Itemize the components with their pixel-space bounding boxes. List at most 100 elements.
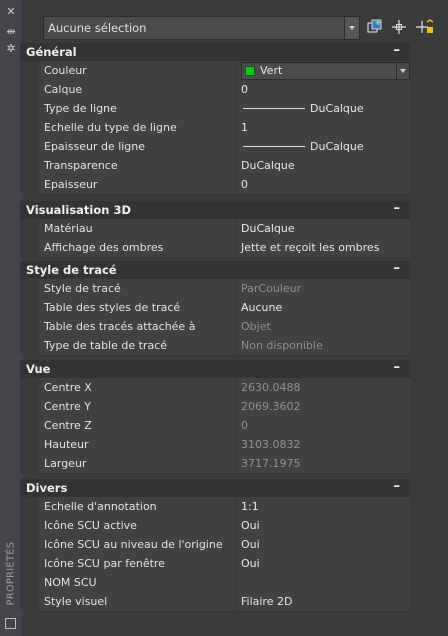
property-value: DuCalque: [241, 159, 295, 172]
property-value: 0: [241, 83, 248, 96]
column-divider: [235, 279, 236, 298]
selection-dropdown[interactable]: Aucune sélection: [43, 16, 360, 40]
column-divider: [235, 99, 236, 118]
property-value: Filaire 2D: [241, 595, 293, 608]
property-row[interactable]: Calque 0: [39, 80, 410, 100]
property-row[interactable]: Echelle du type de ligne 1: [39, 118, 410, 138]
property-label: Table des tracés attachée à: [44, 320, 196, 333]
close-icon[interactable]: ✕: [4, 6, 18, 18]
property-label: Echelle d'annotation: [44, 500, 157, 513]
column-divider: [235, 497, 236, 516]
row-gutter: [20, 219, 39, 257]
property-value: 3717.1975: [241, 457, 301, 470]
section-header-divers[interactable]: Divers –: [20, 479, 410, 497]
column-divider: [235, 175, 236, 194]
property-label: Centre X: [44, 381, 92, 394]
property-row[interactable]: Icône SCU par fenêtre Oui: [39, 554, 410, 574]
section-header-vue[interactable]: Vue –: [20, 360, 410, 378]
toggle-pickadd-icon[interactable]: [366, 18, 384, 36]
property-label: Epaisseur de ligne: [44, 140, 146, 153]
select-objects-icon[interactable]: [390, 18, 408, 36]
section-header-plotstyle[interactable]: Style de tracé –: [20, 261, 410, 279]
property-row[interactable]: Epaisseur de ligne DuCalque: [39, 137, 410, 157]
property-row[interactable]: Type de ligne DuCalque: [39, 99, 410, 119]
property-row[interactable]: Type de table de tracé Non disponible: [39, 336, 410, 356]
settings-icon[interactable]: ✲: [4, 43, 18, 55]
column-divider: [235, 397, 236, 416]
property-value: Non disponible: [241, 339, 323, 352]
property-label: Affichage des ombres: [44, 241, 164, 254]
column-divider: [235, 80, 236, 99]
auto-hide-icon[interactable]: ⇹: [4, 26, 18, 38]
row-gutter: [20, 497, 39, 611]
quick-select-icon[interactable]: [416, 18, 434, 36]
property-row[interactable]: Couleur Vert: [39, 61, 410, 81]
property-row[interactable]: Echelle d'annotation 1:1: [39, 497, 410, 517]
property-row[interactable]: Icône SCU au niveau de l'origine Oui: [39, 535, 410, 555]
property-label: Style visuel: [44, 595, 108, 608]
property-value: 2630.0488: [241, 381, 301, 394]
column-divider: [235, 298, 236, 317]
property-row[interactable]: Icône SCU active Oui: [39, 516, 410, 536]
color-value: Vert: [260, 64, 283, 77]
property-row[interactable]: Affichage des ombres Jette et reçoit les …: [39, 238, 410, 258]
property-row[interactable]: Style de tracé ParCouleur: [39, 279, 410, 299]
property-row[interactable]: NOM SCU: [39, 573, 410, 593]
color-swatch-icon: [245, 66, 255, 76]
property-value: ParCouleur: [241, 282, 302, 295]
property-value: Oui: [241, 519, 260, 532]
property-row[interactable]: Table des styles de tracé Aucune: [39, 298, 410, 318]
palette-title-strip: ✕ ⇹ ✲ PROPRIÉTÉS: [0, 0, 22, 636]
property-row[interactable]: Matériau DuCalque: [39, 219, 410, 239]
palette-menu-icon[interactable]: [5, 618, 16, 629]
property-label: Centre Y: [44, 400, 91, 413]
row-gutter: [20, 279, 39, 355]
property-label: Calque: [44, 83, 83, 96]
section-title: Style de tracé: [26, 263, 117, 277]
property-value: DuCalque: [310, 140, 364, 153]
column-divider: [235, 516, 236, 535]
column-divider: [235, 378, 236, 397]
property-label: Type de ligne: [44, 102, 117, 115]
section-header-general[interactable]: Général –: [20, 43, 410, 61]
column-divider: [235, 317, 236, 336]
property-row[interactable]: Hauteur 3103.0832: [39, 435, 410, 455]
property-label: Couleur: [44, 64, 87, 77]
linetype-preview-icon: [243, 108, 305, 109]
collapse-icon[interactable]: –: [394, 360, 401, 375]
property-label: Transparence: [44, 159, 118, 172]
column-divider: [235, 554, 236, 573]
property-row[interactable]: Largeur 3717.1975: [39, 454, 410, 474]
property-label: Echelle du type de ligne: [44, 121, 177, 134]
property-value: Jette et reçoit les ombres: [241, 241, 380, 254]
collapse-icon[interactable]: –: [394, 43, 401, 58]
property-label: Hauteur: [44, 438, 89, 451]
property-label: Largeur: [44, 457, 87, 470]
property-label: Centre Z: [44, 419, 92, 432]
section-title: Général: [26, 45, 77, 59]
property-label: Table des styles de tracé: [44, 301, 181, 314]
chevron-down-icon[interactable]: [396, 63, 409, 79]
collapse-icon[interactable]: –: [394, 479, 401, 494]
color-dropdown[interactable]: Vert: [241, 62, 410, 80]
property-value: 1: [241, 121, 248, 134]
column-divider: [235, 336, 236, 355]
palette-title: PROPRIÉTÉS: [5, 541, 17, 606]
collapse-icon[interactable]: –: [394, 201, 401, 216]
property-row[interactable]: Epaisseur 0: [39, 175, 410, 195]
property-row[interactable]: Style visuel Filaire 2D: [39, 592, 410, 612]
column-divider: [235, 535, 236, 554]
column-divider: [235, 156, 236, 175]
property-row[interactable]: Centre Y 2069.3602: [39, 397, 410, 417]
property-row[interactable]: Table des tracés attachée à Objet: [39, 317, 410, 337]
property-row[interactable]: Centre Z 0: [39, 416, 410, 436]
column-divider: [235, 416, 236, 435]
property-row[interactable]: Transparence DuCalque: [39, 156, 410, 176]
chevron-down-icon[interactable]: [344, 17, 359, 39]
property-row[interactable]: Centre X 2630.0488: [39, 378, 410, 398]
section-header-visu3d[interactable]: Visualisation 3D –: [20, 201, 410, 219]
property-value: DuCalque: [310, 102, 364, 115]
column-divider: [235, 454, 236, 473]
column-divider: [235, 137, 236, 156]
collapse-icon[interactable]: –: [394, 261, 401, 276]
